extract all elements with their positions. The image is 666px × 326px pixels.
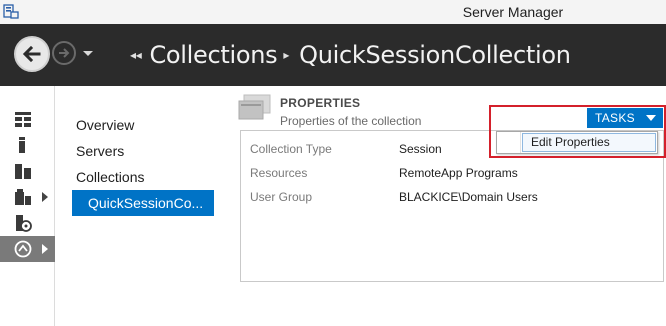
property-key: Resources: [250, 166, 308, 180]
left-rail: [0, 86, 55, 326]
nav-list: Overview Servers Collections QuickSessio…: [72, 112, 214, 216]
back-arrow-icon: [22, 45, 41, 63]
properties-icon: [238, 94, 271, 120]
all-servers-icon: [15, 164, 31, 179]
title-bar: Server Manager: [0, 0, 666, 24]
expand-arrow-icon[interactable]: [42, 244, 48, 254]
property-key: User Group: [250, 190, 313, 204]
rail-item-dashboard[interactable]: [0, 106, 55, 132]
property-value: Session: [399, 142, 442, 156]
nav-item-collections[interactable]: Collections: [72, 164, 214, 190]
breadcrumb-item-collection[interactable]: QuickSessionCollection: [299, 41, 571, 69]
highlight-box: [489, 105, 666, 158]
property-value: RemoteApp Programs: [399, 166, 518, 180]
property-key: Collection Type: [250, 142, 332, 156]
rail-item-remote-desktop-services[interactable]: [0, 236, 55, 262]
rail-item-all-servers[interactable]: [0, 158, 55, 184]
header-bar: ◂◂ Collections ▸ QuickSessionCollection: [0, 24, 666, 86]
nav-item-servers[interactable]: Servers: [72, 138, 214, 164]
nav-panel: Overview Servers Collections QuickSessio…: [56, 86, 220, 326]
property-row: User Group BLACKICE\Domain Users: [241, 186, 665, 208]
property-value: BLACKICE\Domain Users: [399, 190, 538, 204]
forward-arrow-icon: [59, 48, 70, 58]
nav-item-quick-session-collection[interactable]: QuickSessionCo...: [72, 190, 214, 216]
breadcrumb: ◂◂ Collections ▸ QuickSessionCollection: [130, 38, 571, 72]
properties-heading: PROPERTIES: [280, 96, 361, 110]
history-dropdown-icon[interactable]: [82, 50, 94, 58]
main-content: PROPERTIES Properties of the collection …: [222, 86, 666, 326]
property-row: Resources RemoteApp Programs: [241, 162, 665, 184]
forward-button[interactable]: [52, 41, 76, 65]
rail-item-iis[interactable]: [0, 210, 55, 236]
properties-subtitle: Properties of the collection: [280, 114, 422, 128]
breadcrumb-separator-icon[interactable]: ▸: [283, 48, 289, 62]
breadcrumb-item-collections[interactable]: Collections: [149, 41, 277, 69]
dashboard-icon: [15, 112, 31, 127]
rail-item-file-storage[interactable]: [0, 184, 55, 210]
file-storage-icon: [15, 189, 31, 205]
local-server-icon: [19, 137, 25, 153]
rail-item-local-server[interactable]: [0, 132, 55, 158]
iis-icon: [16, 215, 32, 232]
expand-arrow-icon[interactable]: [42, 192, 48, 202]
nav-item-overview[interactable]: Overview: [72, 112, 214, 138]
back-button[interactable]: [14, 36, 50, 72]
remote-desktop-services-icon: [14, 240, 32, 258]
breadcrumb-root-chevron-icon[interactable]: ◂◂: [130, 48, 142, 62]
window-title: Server Manager: [462, 4, 564, 20]
